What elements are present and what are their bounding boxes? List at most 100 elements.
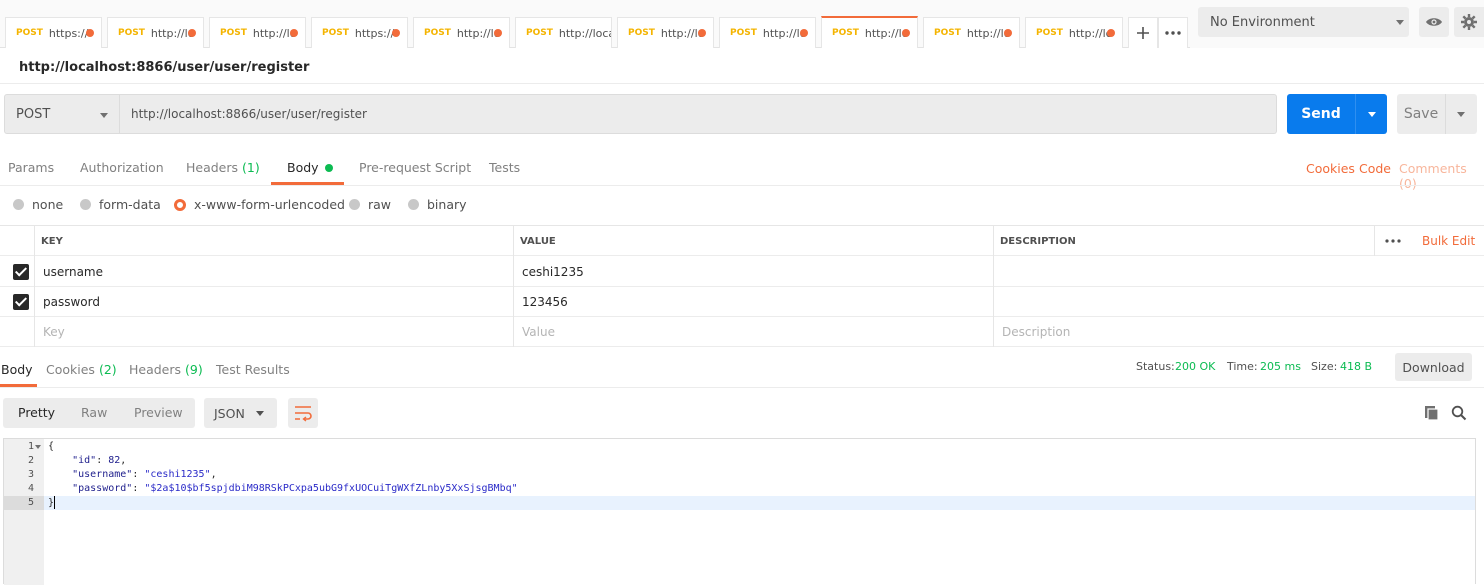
request-tab[interactable]: POST http://lc bbox=[209, 17, 306, 48]
wrap-lines-icon bbox=[295, 406, 312, 422]
key-cell[interactable]: username bbox=[36, 257, 103, 287]
tab-url: http://lc bbox=[762, 26, 805, 40]
unsaved-dot-icon bbox=[86, 29, 94, 37]
method-value: POST bbox=[16, 106, 51, 122]
url-input[interactable]: http://localhost:8866/user/user/register bbox=[120, 94, 1277, 134]
send-button[interactable]: Send bbox=[1287, 94, 1387, 134]
row-enabled-checkbox[interactable] bbox=[13, 264, 29, 280]
description-input-placeholder[interactable]: Description bbox=[995, 317, 1070, 347]
format-raw[interactable]: Raw bbox=[81, 405, 107, 420]
radio-label: x-www-form-urlencoded bbox=[194, 197, 345, 212]
format-preview[interactable]: Preview bbox=[134, 405, 183, 420]
tab-method: POST bbox=[832, 28, 859, 38]
key-cell[interactable]: password bbox=[36, 287, 100, 317]
unsaved-dot-icon bbox=[1004, 29, 1012, 37]
chevron-down-icon bbox=[100, 113, 108, 118]
json-string: "$2a$10$bf5spjdbiM98RSkPCxpa5ubG9fxUOCui… bbox=[144, 483, 518, 494]
more-tabs-button[interactable] bbox=[1158, 17, 1188, 48]
response-tab-body[interactable]: Body bbox=[1, 362, 33, 377]
tab-prerequest-script[interactable]: Pre-request Script bbox=[359, 160, 471, 175]
tab-tests[interactable]: Tests bbox=[489, 160, 520, 175]
bulk-edit-link[interactable]: Bulk Edit bbox=[1415, 226, 1475, 256]
table-row: password 123456 bbox=[0, 287, 1484, 317]
tab-url: http://lc bbox=[150, 26, 193, 40]
method-select[interactable]: POST bbox=[4, 94, 120, 134]
language-select[interactable]: JSON bbox=[204, 398, 277, 428]
divider bbox=[513, 226, 514, 347]
radio-label: binary bbox=[427, 197, 467, 212]
value-cell[interactable]: 123456 bbox=[515, 287, 568, 317]
download-button[interactable]: Download bbox=[1395, 353, 1472, 381]
save-options-button[interactable] bbox=[1446, 94, 1477, 134]
value-input-placeholder[interactable]: Value bbox=[515, 317, 555, 347]
environment-select[interactable]: No Environment bbox=[1198, 7, 1409, 37]
comments-link[interactable]: Comments (0) bbox=[1399, 161, 1484, 191]
table-row: username ceshi1235 bbox=[0, 257, 1484, 287]
tab-body[interactable]: Body bbox=[287, 160, 333, 175]
request-tab[interactable]: POST https:// bbox=[311, 17, 408, 48]
tab-method: POST bbox=[220, 28, 247, 38]
divider bbox=[34, 226, 35, 347]
tab-url: http://lc bbox=[456, 26, 499, 40]
request-tab[interactable]: POST http://lc bbox=[923, 17, 1020, 48]
divider bbox=[993, 226, 994, 347]
request-tab[interactable]: POST http://local bbox=[515, 17, 612, 48]
unsaved-dot-icon bbox=[392, 29, 400, 37]
chevron-down-icon bbox=[256, 411, 264, 416]
status-label: Status: bbox=[1136, 360, 1175, 373]
radio-form-data[interactable]: form-data bbox=[80, 197, 161, 212]
line-number: 2 bbox=[27, 455, 34, 466]
send-options-button[interactable] bbox=[1356, 94, 1387, 134]
body-indicator-dot-icon bbox=[324, 164, 333, 172]
response-tab-test-results[interactable]: Test Results bbox=[216, 362, 290, 377]
request-tab[interactable]: POST http://lc bbox=[107, 17, 204, 48]
tab-method: POST bbox=[322, 28, 349, 38]
tab-authorization[interactable]: Authorization bbox=[80, 160, 164, 175]
radio-none[interactable]: none bbox=[13, 197, 63, 212]
search-button[interactable] bbox=[1449, 403, 1469, 423]
response-tab-headers[interactable]: Headers (9) bbox=[129, 362, 203, 377]
key-input-placeholder[interactable]: Key bbox=[36, 317, 65, 347]
active-tab-indicator bbox=[0, 384, 37, 387]
response-body-editor[interactable]: 1 2 3 4 5 { "id": 82, "username": "ceshi… bbox=[3, 438, 1476, 585]
code-line: "password": "$2a$10$bf5spjdbiM98RSkPCxpa… bbox=[72, 483, 518, 494]
radio-circle bbox=[80, 199, 91, 210]
save-button[interactable]: Save bbox=[1397, 94, 1477, 134]
unsaved-dot-icon bbox=[1107, 29, 1115, 37]
description-cell[interactable] bbox=[995, 287, 1475, 317]
request-tab[interactable]: POST http://lc bbox=[617, 17, 714, 48]
value-cell[interactable]: ceshi1235 bbox=[515, 257, 584, 287]
request-tab-active[interactable]: POST http://lc bbox=[821, 16, 918, 48]
radio-label: raw bbox=[368, 197, 392, 212]
row-enabled-checkbox[interactable] bbox=[13, 294, 29, 310]
tab-headers[interactable]: Headers (1) bbox=[186, 160, 260, 175]
line-number: 4 bbox=[27, 483, 34, 494]
request-tab[interactable]: POST http://lc bbox=[413, 17, 510, 48]
fold-arrow-icon[interactable] bbox=[35, 445, 41, 449]
request-tab[interactable]: POST http://lc bbox=[719, 17, 816, 48]
description-cell[interactable] bbox=[995, 257, 1475, 287]
response-tab-cookies[interactable]: Cookies (2) bbox=[46, 362, 117, 377]
new-tab-button[interactable] bbox=[1128, 17, 1158, 48]
copy-button[interactable] bbox=[1422, 403, 1442, 423]
table-header-row: KEY VALUE DESCRIPTION Bulk Edit bbox=[0, 226, 1484, 256]
tab-method: POST bbox=[16, 28, 43, 38]
radio-binary[interactable]: binary bbox=[408, 197, 467, 212]
wrap-lines-button[interactable] bbox=[288, 398, 318, 428]
manage-environments-button[interactable] bbox=[1454, 7, 1484, 37]
format-toggle: Pretty Raw Preview bbox=[3, 398, 195, 428]
environment-quick-look-button[interactable] bbox=[1419, 7, 1449, 37]
code-link[interactable]: Code bbox=[1359, 161, 1391, 176]
request-tab[interactable]: POST https:// bbox=[5, 17, 102, 48]
tab-params[interactable]: Params bbox=[8, 160, 54, 175]
json-brace: { bbox=[48, 441, 55, 452]
request-tab[interactable]: POST http://lc bbox=[1025, 17, 1123, 48]
table-options-button[interactable] bbox=[1378, 226, 1401, 256]
format-pretty[interactable]: Pretty bbox=[18, 405, 55, 420]
line-number-gutter: 1 2 3 4 5 bbox=[4, 439, 44, 585]
radio-raw[interactable]: raw bbox=[349, 197, 391, 212]
cookies-link[interactable]: Cookies bbox=[1306, 161, 1355, 176]
radio-x-www-form-urlencoded[interactable]: x-www-form-urlencoded bbox=[174, 197, 345, 212]
divider bbox=[0, 185, 1484, 186]
text-cursor bbox=[54, 496, 56, 509]
